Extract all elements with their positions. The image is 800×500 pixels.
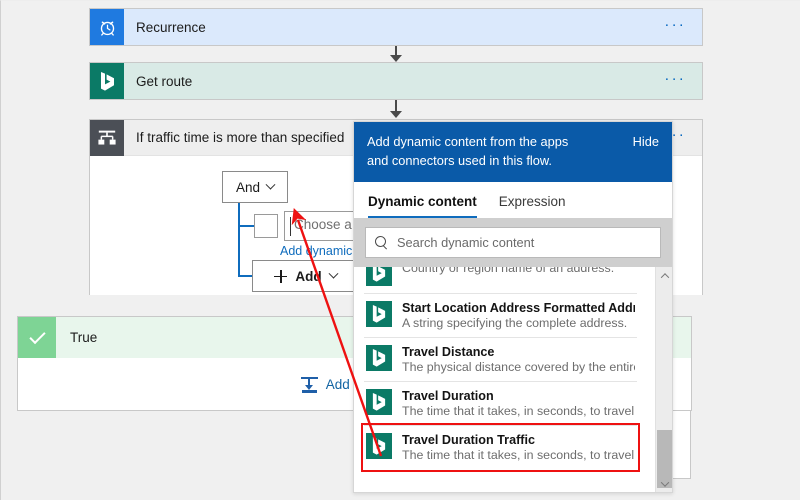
list-item-description: The time that it takes, in seconds, to t… — [402, 448, 635, 463]
list-item-description: The time that it takes, in seconds, to t… — [402, 404, 635, 419]
condition-branch-icon — [90, 119, 124, 156]
tree-line-add — [238, 275, 252, 277]
flow-card-title: Get route — [136, 73, 193, 89]
bing-maps-icon — [366, 433, 392, 460]
logic-operator-label: And — [235, 179, 261, 195]
list-item[interactable]: Country or region name of an address. — [364, 267, 637, 295]
flow-card-title: Recurrence — [136, 19, 206, 35]
dynamic-content-panel-header: Add dynamic content from the apps and co… — [354, 122, 672, 183]
add-button-label: Add — [295, 268, 322, 284]
list-item[interactable]: Start Location Address Formatted Address… — [364, 294, 637, 339]
bing-maps-icon — [366, 301, 392, 328]
search-area: Search dynamic content — [354, 218, 672, 268]
list-item-name: Travel Duration Traffic — [402, 433, 535, 448]
chevron-down-icon[interactable] — [656, 475, 672, 492]
dynamic-content-list-viewport: Country or region name of an address. St… — [354, 267, 672, 492]
flow-card-recurrence[interactable]: Recurrence ··· — [89, 8, 703, 46]
list-item-name: Travel Duration — [402, 389, 494, 404]
card-overflow-menu-icon[interactable]: ··· — [648, 17, 702, 35]
logic-operator-dropdown[interactable]: And — [222, 171, 288, 203]
list-item-travel-duration-traffic[interactable]: Travel Duration Traffic The time that it… — [361, 423, 640, 473]
list-item[interactable]: Travel Distance The physical distance co… — [364, 338, 637, 383]
tree-line-row — [238, 225, 254, 227]
search-icon — [375, 236, 388, 249]
list-item[interactable]: Travel Duration The time that it takes, … — [364, 382, 637, 427]
alarm-clock-icon — [90, 9, 124, 45]
tree-line-vertical — [238, 203, 240, 276]
list-item-description: Country or region name of an address. — [402, 267, 615, 276]
plus-icon — [274, 269, 288, 283]
list-item-name: Start Location Address Formatted Address — [402, 301, 635, 316]
connector-arrow-2 — [390, 100, 402, 119]
flow-card-get-route[interactable]: Get route ··· — [89, 62, 703, 100]
branch-true-label: True — [70, 330, 98, 345]
add-action-icon — [300, 376, 318, 393]
condition-row-checkbox[interactable] — [254, 214, 278, 238]
tab-expression[interactable]: Expression — [499, 194, 566, 218]
add-condition-button[interactable]: Add — [252, 260, 359, 292]
bing-maps-icon — [90, 63, 124, 99]
flow-designer-canvas: Recurrence ··· Get route ··· If traffic … — [0, 0, 800, 500]
hide-panel-button[interactable]: Hide — [633, 133, 659, 149]
bing-maps-icon — [366, 345, 392, 372]
bing-maps-icon — [366, 267, 392, 287]
search-placeholder: Search dynamic content — [397, 235, 535, 251]
card-overflow-menu-icon[interactable]: ··· — [648, 71, 702, 89]
tab-dynamic-content[interactable]: Dynamic content — [368, 194, 477, 219]
list-item-description: The physical distance covered by the ent… — [402, 360, 635, 375]
list-scrollbar[interactable] — [655, 267, 672, 492]
search-dynamic-content-input[interactable]: Search dynamic content — [365, 227, 661, 259]
list-item-description: A string specifying the complete address… — [402, 316, 628, 331]
chevron-up-icon[interactable] — [656, 267, 672, 284]
chevron-down-icon — [265, 179, 276, 190]
dynamic-content-list: Country or region name of an address. St… — [354, 267, 647, 473]
bing-maps-icon — [366, 389, 392, 416]
dynamic-content-panel: Add dynamic content from the apps and co… — [353, 121, 673, 493]
connector-arrow-1 — [390, 46, 402, 62]
list-item-name: Travel Distance — [402, 345, 495, 360]
chevron-down-icon — [328, 268, 339, 279]
panel-tabs: Dynamic content Expression — [354, 182, 672, 219]
panel-header-text: Add dynamic content from the apps and co… — [367, 134, 569, 168]
check-icon — [18, 317, 56, 358]
